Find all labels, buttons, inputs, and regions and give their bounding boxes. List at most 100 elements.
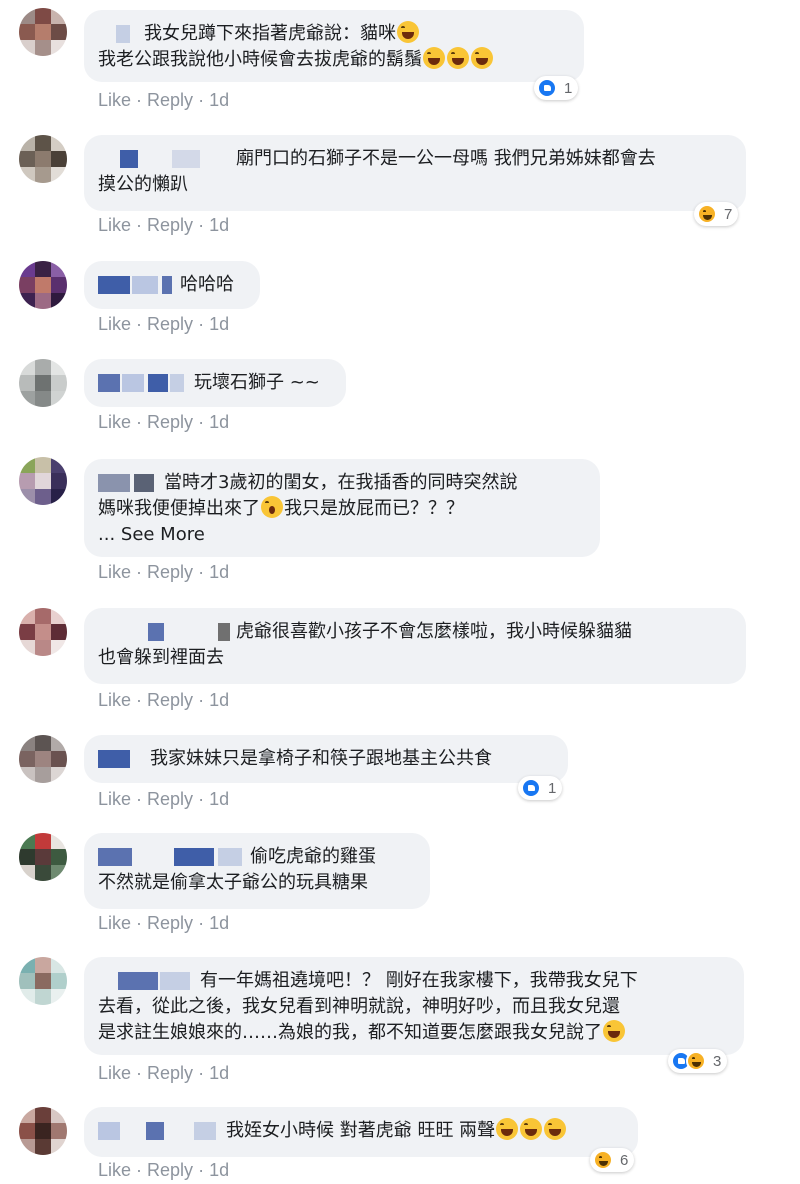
comment-bubble: 當時才3歲初的閨女，在我插香的同時突然說 媽咪我便便掉出來了 我只是放屁而已？？？… [84, 459, 600, 557]
see-more-link[interactable]: ... See More [98, 524, 205, 545]
comment-text: 哈哈哈 [180, 274, 234, 295]
comment-text: 摸公的懶趴 [98, 174, 188, 195]
reply-link[interactable]: Reply [147, 913, 193, 933]
reply-link[interactable]: Reply [147, 90, 193, 110]
separator: · [136, 913, 143, 933]
reaction-summary[interactable]: 3 [668, 1049, 728, 1073]
timestamp[interactable]: 1d [209, 1063, 229, 1083]
reply-link[interactable]: Reply [147, 314, 193, 334]
reply-link[interactable]: Reply [147, 412, 193, 432]
reply-link[interactable]: Reply [147, 215, 193, 235]
author-name-blurred[interactable] [98, 972, 194, 990]
like-link[interactable]: Like [98, 1063, 131, 1083]
comment-text: 去看，從此之後，我女兒看到神明就說，神明好吵，而且我女兒還 [98, 996, 620, 1017]
haha-reaction-icon [686, 1051, 706, 1071]
reply-link[interactable]: Reply [147, 1063, 193, 1083]
reaction-count: 1 [564, 79, 573, 97]
comment-bubble: 有一年媽祖遶境吧！？ 剛好在我家樓下，我帶我女兒下 去看，從此之後，我女兒看到神… [84, 957, 744, 1055]
reaction-summary[interactable]: 1 [534, 76, 579, 100]
timestamp[interactable]: 1d [209, 314, 229, 334]
laughing-face-emoji [544, 1118, 567, 1140]
laughing-face-emoji [397, 21, 419, 43]
reaction-summary[interactable]: 6 [590, 1148, 635, 1172]
separator: · [136, 412, 143, 432]
author-name-blurred[interactable] [98, 623, 230, 641]
avatar[interactable] [19, 1107, 67, 1155]
like-link[interactable]: Like [98, 314, 131, 334]
timestamp[interactable]: 1d [209, 690, 229, 710]
comment-actions: Like · Reply · 1d [98, 314, 229, 335]
comment-text: 虎爺很喜歡小孩子不會怎麼樣啦，我小時候躲貓貓 [236, 621, 632, 642]
comment-bubble: 我姪女小時候 對著虎爺 旺旺 兩聲 [84, 1107, 638, 1157]
avatar[interactable] [19, 261, 67, 309]
comment-bubble: 廟門口的石獅子不是一公一母嗎 我們兄弟姊妹都會去 摸公的懶趴 [84, 135, 746, 211]
reply-link[interactable]: Reply [147, 690, 193, 710]
reaction-count: 3 [713, 1052, 722, 1070]
reaction-summary[interactable]: 1 [518, 776, 563, 800]
separator: · [136, 1160, 143, 1180]
avatar[interactable] [19, 957, 67, 1005]
like-reaction-icon [537, 78, 557, 98]
comment-bubble: 玩壞石獅子 ~~ [84, 359, 346, 407]
author-name-blurred[interactable] [98, 374, 188, 392]
comment-text: 我家妹妹只是拿椅子和筷子跟地基主公共食 [150, 748, 492, 769]
author-name-blurred[interactable] [98, 848, 244, 866]
comment-bubble: 哈哈哈 [84, 261, 260, 309]
author-name-blurred[interactable] [98, 474, 158, 492]
like-link[interactable]: Like [98, 562, 131, 582]
like-link[interactable]: Like [98, 913, 131, 933]
comment-text: 有一年媽祖遶境吧！？ 剛好在我家樓下，我帶我女兒下 [200, 970, 638, 991]
timestamp[interactable]: 1d [209, 90, 229, 110]
like-link[interactable]: Like [98, 412, 131, 432]
laughing-face-emoji [423, 47, 445, 69]
laughing-face-emoji [447, 47, 469, 69]
comment-actions: Like · Reply · 1d [98, 913, 229, 934]
timestamp[interactable]: 1d [209, 913, 229, 933]
author-name-blurred[interactable] [98, 1122, 220, 1140]
reply-link[interactable]: Reply [147, 1160, 193, 1180]
avatar[interactable] [19, 457, 67, 505]
separator: · [198, 562, 205, 582]
like-link[interactable]: Like [98, 690, 131, 710]
author-name-blurred[interactable] [98, 25, 138, 43]
timestamp[interactable]: 1d [209, 562, 229, 582]
crying-face-emoji [603, 1020, 625, 1042]
avatar[interactable] [19, 608, 67, 656]
like-link[interactable]: Like [98, 1160, 131, 1180]
comment-text: 當時才3歲初的閨女，在我插香的同時突然說 [164, 472, 518, 493]
author-name-blurred[interactable] [98, 750, 144, 768]
reply-link[interactable]: Reply [147, 562, 193, 582]
like-link[interactable]: Like [98, 215, 131, 235]
separator: · [136, 690, 143, 710]
avatar[interactable] [19, 735, 67, 783]
reaction-count: 7 [724, 205, 733, 223]
author-name-blurred[interactable] [98, 276, 174, 294]
timestamp[interactable]: 1d [209, 789, 229, 809]
timestamp[interactable]: 1d [209, 215, 229, 235]
comment-actions: Like · Reply · 1d [98, 789, 229, 810]
timestamp[interactable]: 1d [209, 412, 229, 432]
comment-actions: Like · Reply · 1d [98, 90, 229, 111]
laughing-face-emoji [496, 1118, 519, 1140]
separator: · [198, 90, 205, 110]
avatar[interactable] [19, 8, 67, 56]
comment-bubble: 我女兒蹲下來指著虎爺說：貓咪 我老公跟我說他小時候會去拔虎爺的鬍鬚 [84, 10, 584, 82]
reaction-summary[interactable]: 7 [694, 202, 739, 226]
separator: · [198, 690, 205, 710]
avatar[interactable] [19, 135, 67, 183]
comment-text: 廟門口的石獅子不是一公一母嗎 我們兄弟姊妹都會去 [236, 148, 656, 169]
separator: · [198, 215, 205, 235]
comment-text: 偷吃虎爺的雞蛋 [250, 846, 376, 867]
separator: · [198, 412, 205, 432]
avatar[interactable] [19, 833, 67, 881]
comment-text: 我老公跟我說他小時候會去拔虎爺的鬍鬚 [98, 49, 422, 70]
reply-link[interactable]: Reply [147, 789, 193, 809]
author-name-blurred[interactable] [98, 150, 230, 168]
avatar[interactable] [19, 359, 67, 407]
like-link[interactable]: Like [98, 90, 131, 110]
like-link[interactable]: Like [98, 789, 131, 809]
comment-text: 媽咪我便便掉出來了 [98, 498, 260, 519]
laughing-face-emoji [471, 47, 493, 69]
timestamp[interactable]: 1d [209, 1160, 229, 1180]
separator: · [198, 913, 205, 933]
